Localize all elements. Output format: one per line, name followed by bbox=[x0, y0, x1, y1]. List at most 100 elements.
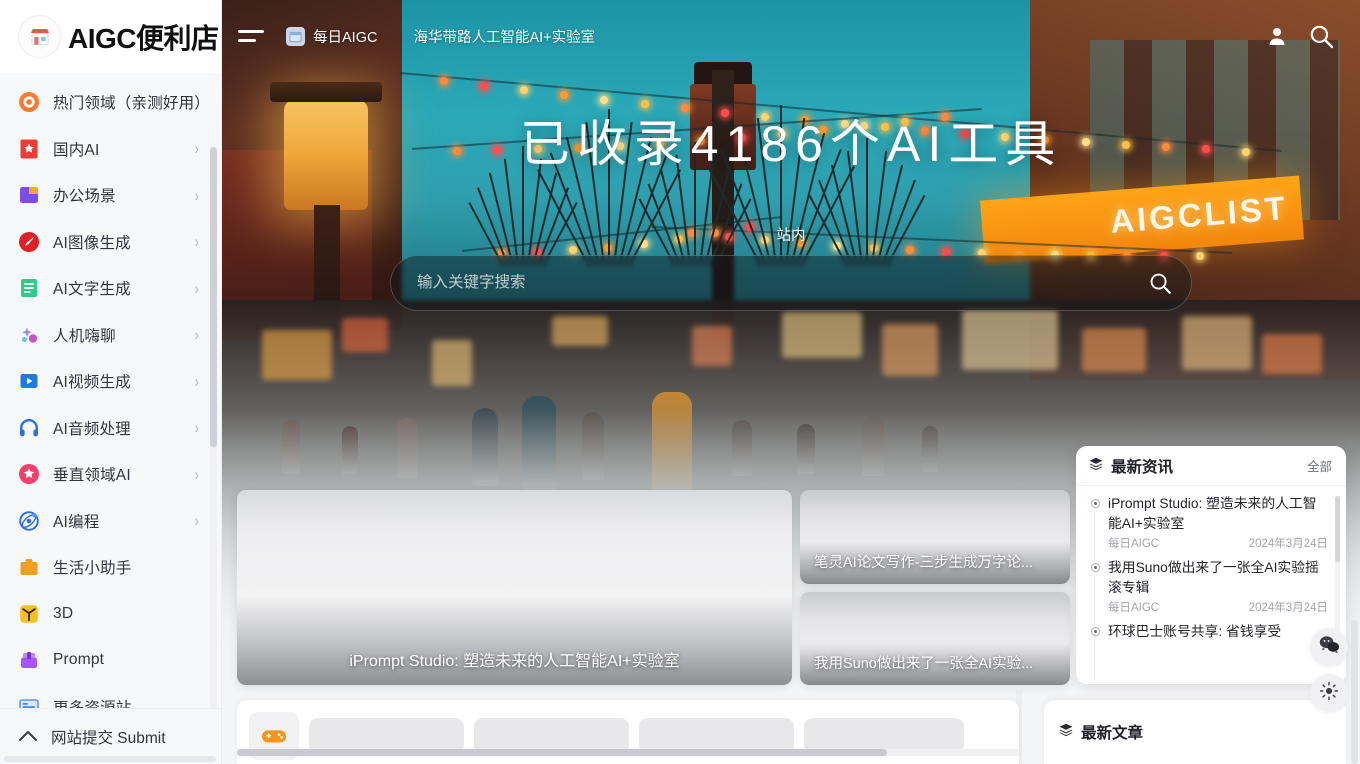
sidebar-item-label: 热门领域（亲测好用） bbox=[53, 95, 211, 113]
main-content: AIGCLIST 每日AIGC 海华带路人工智能AI+实验室 已收录4186个A… bbox=[222, 0, 1360, 764]
sidebar-item-label: Prompt bbox=[53, 651, 105, 669]
sidebar-item-label: 更多资源站 bbox=[53, 696, 199, 708]
sidebar-item-9[interactable]: 垂直领域AI › bbox=[0, 451, 221, 498]
chevron-up-icon bbox=[18, 727, 38, 747]
user-account-icon[interactable] bbox=[1260, 19, 1294, 53]
sidebar-item-11[interactable]: 生活小助手 bbox=[0, 544, 221, 591]
featured-cards: iPrompt Studio: 塑造未来的人工智能AI+实验室 笔灵AI论文写作… bbox=[237, 490, 1085, 685]
brand-name: AIGC便利店 bbox=[68, 22, 219, 54]
hero-title: 已收录4186个AI工具 bbox=[519, 116, 1063, 172]
hero-shop-light bbox=[1182, 316, 1252, 370]
news-item-meta: 每日AIGC 2024年3月24日 bbox=[1108, 535, 1328, 551]
sidebar-scrollbar-thumb[interactable] bbox=[210, 147, 217, 447]
star-bookmark-icon bbox=[18, 138, 40, 160]
sidebar-item-2[interactable]: 国内AI › bbox=[0, 126, 221, 173]
brand-header[interactable]: AIGC便利店 bbox=[0, 0, 221, 73]
search-scope-tab-site[interactable]: 站内 bbox=[767, 222, 816, 247]
floating-action-buttons bbox=[1310, 628, 1348, 712]
chevron-right-icon: › bbox=[194, 418, 199, 438]
sidebar-item-label: AI编程 bbox=[53, 513, 100, 531]
featured-card-caption: iPrompt Studio: 塑造未来的人工智能AI+实验室 bbox=[349, 653, 680, 670]
layers-icon bbox=[1088, 456, 1104, 476]
chevron-right-icon: › bbox=[194, 464, 199, 484]
sidebar-item-14[interactable]: 更多资源站 bbox=[0, 684, 221, 708]
hero-shop-light bbox=[552, 316, 608, 346]
sidebar-item-label: AI图像生成 bbox=[53, 234, 131, 252]
sidebar-item-label: 3D bbox=[53, 604, 74, 622]
news-view-all-link[interactable]: 全部 bbox=[1307, 456, 1332, 475]
box-stack-icon bbox=[18, 649, 40, 671]
news-panel-header: 最新资讯 全部 bbox=[1076, 446, 1346, 486]
hero-shop-light bbox=[962, 310, 1058, 370]
chevron-right-icon: › bbox=[194, 139, 199, 159]
search-submit-button[interactable] bbox=[1129, 256, 1191, 310]
sidebar-item-4[interactable]: AI图像生成 › bbox=[0, 219, 221, 266]
news-scrollbar-thumb[interactable] bbox=[1335, 496, 1340, 562]
news-item-body: iPrompt Studio: 塑造未来的人工智能AI+实验室每日AIGC 202… bbox=[1108, 494, 1328, 551]
news-item-title: iPrompt Studio: 塑造未来的人工智能AI+实验室 bbox=[1108, 496, 1317, 531]
featured-card-small[interactable]: 我用Suno做出来了一张全AI实验... bbox=[800, 591, 1070, 685]
timeline-dot-icon bbox=[1088, 563, 1102, 615]
chevron-right-icon: › bbox=[194, 278, 199, 298]
document-lines-icon bbox=[18, 277, 40, 299]
sidebar-item-label: 生活小助手 bbox=[53, 560, 132, 578]
video-play-icon bbox=[18, 370, 40, 392]
paintbrush-icon bbox=[18, 231, 40, 253]
search-input[interactable] bbox=[391, 256, 1129, 310]
layers-icon bbox=[1058, 722, 1074, 742]
headphones-icon bbox=[18, 417, 40, 439]
news-item-date: 2024年3月24日 bbox=[1248, 602, 1328, 614]
news-panel: 最新资讯 全部 iPrompt Studio: 塑造未来的人工智能AI+实验室每… bbox=[1076, 446, 1346, 684]
timeline-dot-icon bbox=[1088, 627, 1102, 643]
brightness-icon bbox=[1319, 681, 1339, 706]
sidebar-submit-label: 网站提交 Submit bbox=[51, 729, 166, 747]
sidebar-item-label: 国内AI bbox=[53, 141, 100, 159]
hero-shop-light bbox=[882, 324, 938, 376]
news-list-item[interactable]: 我用Suno做出来了一张全AI实验摇滚专辑 每日AIGC 2024年3月24日 bbox=[1076, 558, 1346, 615]
app-root: AIGC便利店 热门领域（亲测好用） 国内AI › 办公场景 › AI图像生成 › AI文字生… bbox=[0, 0, 1360, 764]
sidebar-scrollbar-track[interactable] bbox=[210, 147, 217, 708]
search-icon[interactable] bbox=[1304, 19, 1338, 53]
search-scope-tabs: 站内 bbox=[222, 222, 1360, 247]
news-item-body: 我用Suno做出来了一张全AI实验摇滚专辑 每日AIGC 2024年3月24日 bbox=[1108, 558, 1328, 615]
sidebar-item-label: AI视频生成 bbox=[53, 374, 131, 392]
hamburger-menu-icon[interactable] bbox=[238, 25, 268, 47]
sidebar-item-3[interactable]: 办公场景 › bbox=[0, 172, 221, 219]
hero-shop-light bbox=[342, 318, 388, 352]
sidebar: AIGC便利店 热门领域（亲测好用） 国内AI › 办公场景 › AI图像生成 › AI文字生… bbox=[0, 0, 222, 764]
featured-card-large[interactable]: iPrompt Studio: 塑造未来的人工智能AI+实验室 bbox=[237, 490, 792, 685]
featured-card-caption: 笔灵AI论文写作-三步生成万字论... bbox=[814, 554, 1034, 571]
sidebar-item-6[interactable]: 人机嗨聊 › bbox=[0, 312, 221, 359]
sidebar-item-7[interactable]: AI视频生成 › bbox=[0, 358, 221, 405]
news-item-date: 2024年3月24日 bbox=[1248, 538, 1328, 550]
brightness-fab[interactable] bbox=[1310, 674, 1348, 712]
page-scrollbar-thumb[interactable] bbox=[1351, 620, 1358, 764]
featured-card-column: 笔灵AI论文写作-三步生成万字论... 我用Suno做出来了一张全AI实验... bbox=[800, 490, 1070, 685]
hero-search-box[interactable] bbox=[390, 255, 1192, 311]
sidebar-item-5[interactable]: AI文字生成 › bbox=[0, 265, 221, 312]
chevron-right-icon: › bbox=[194, 371, 199, 391]
sidebar-item-1[interactable]: 热门领域（亲测好用） bbox=[0, 79, 221, 126]
hero-shop-light bbox=[432, 340, 472, 386]
sidebar-item-label: 垂直领域AI bbox=[53, 467, 131, 485]
news-list-item[interactable]: iPrompt Studio: 塑造未来的人工智能AI+实验室每日AIGC 202… bbox=[1076, 494, 1346, 551]
wechat-icon bbox=[1319, 635, 1340, 659]
sidebar-item-12[interactable]: 3D bbox=[0, 591, 221, 638]
news-list-item[interactable]: 环球巴士账号共享: 省钱享受 bbox=[1076, 622, 1346, 643]
sidebar-item-label: 人机嗨聊 bbox=[53, 327, 116, 345]
news-item-body: 环球巴士账号共享: 省钱享受 bbox=[1108, 622, 1328, 643]
top-link-daily-aigc[interactable]: 每日AIGC bbox=[286, 26, 377, 47]
sidebar-item-8[interactable]: AI音频处理 › bbox=[0, 405, 221, 452]
chevron-right-icon: › bbox=[194, 232, 199, 252]
latest-articles-title: 最新文章 bbox=[1081, 725, 1144, 742]
wechat-fab[interactable] bbox=[1310, 628, 1348, 666]
sidebar-item-13[interactable]: Prompt bbox=[0, 637, 221, 684]
top-link-lab[interactable]: 海华带路人工智能AI+实验室 bbox=[413, 26, 595, 47]
news-item-meta: 每日AIGC 2024年3月24日 bbox=[1108, 599, 1328, 615]
sidebar-item-10[interactable]: AI编程 › bbox=[0, 498, 221, 545]
tagstrip-scrollbar-thumb[interactable] bbox=[237, 749, 887, 756]
hero-shop-light bbox=[1082, 328, 1146, 372]
featured-card-small[interactable]: 笔灵AI论文写作-三步生成万字论... bbox=[800, 490, 1070, 584]
news-item-source: 每日AIGC bbox=[1108, 538, 1160, 550]
sidebar-bottom-scrollbar[interactable] bbox=[4, 756, 216, 762]
